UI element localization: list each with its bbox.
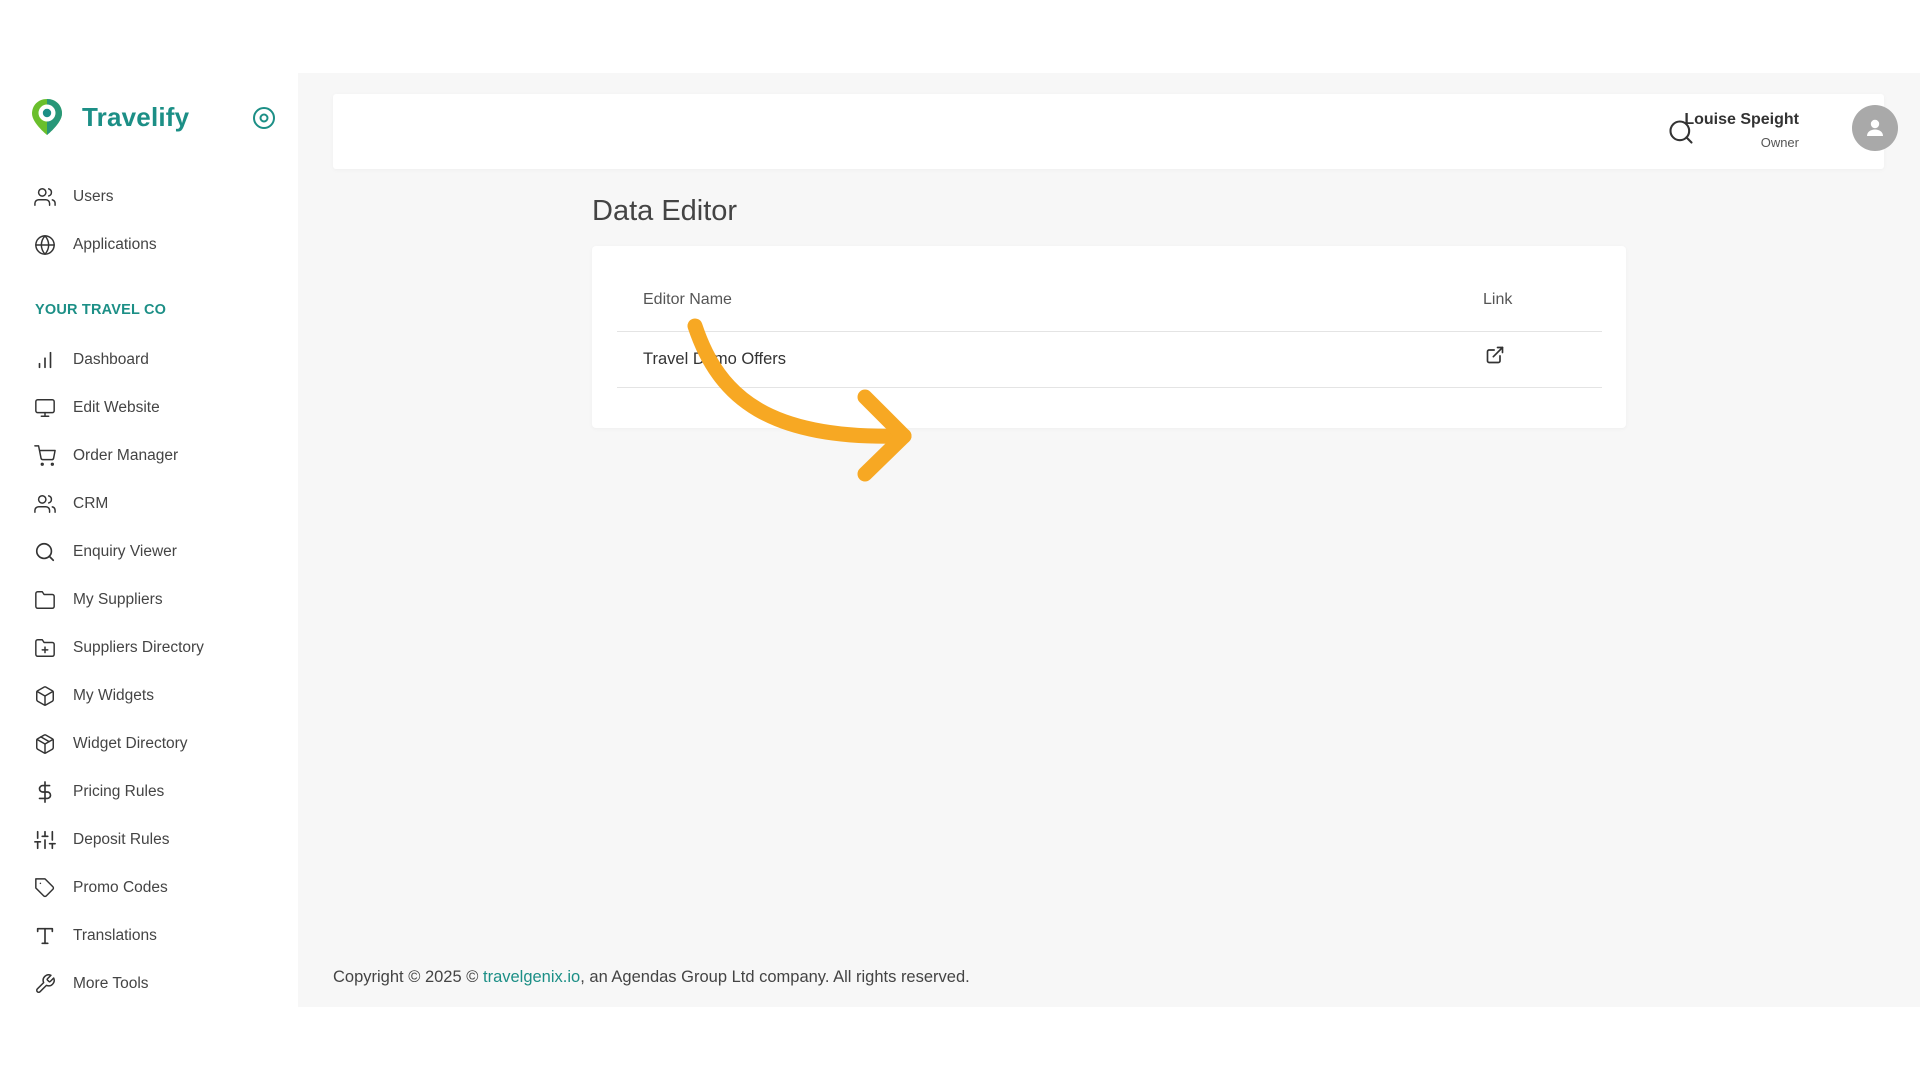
sidebar-item-label: Pricing Rules <box>73 783 165 800</box>
sidebar-item-dashboard[interactable]: Dashboard <box>0 336 298 384</box>
folder-icon <box>33 588 57 612</box>
sidebar-item-label: Promo Codes <box>73 879 168 896</box>
folder-plus-icon <box>33 636 57 660</box>
sidebar-item-enquiry-viewer[interactable]: Enquiry Viewer <box>0 528 298 576</box>
sidebar-collapse-button[interactable] <box>251 105 277 131</box>
column-header-link: Link <box>1483 291 1513 308</box>
footer-prefix: Copyright © 2025 © <box>333 968 483 986</box>
package-icon <box>33 732 57 756</box>
box-icon <box>33 684 57 708</box>
cart-icon <box>33 444 57 468</box>
avatar[interactable] <box>1852 105 1898 151</box>
target-icon <box>253 107 275 129</box>
globe-icon <box>33 233 57 257</box>
sidebar-section-title: YOUR TRAVEL CO <box>35 302 167 318</box>
sidebar-item-label: Translations <box>73 927 157 944</box>
sidebar-item-label: Edit Website <box>73 399 160 416</box>
users-icon <box>33 185 57 209</box>
user-name[interactable]: Louise Speight <box>1684 111 1799 129</box>
sidebar-item-users[interactable]: Users <box>0 173 298 221</box>
sidebar-item-label: Dashboard <box>73 351 149 368</box>
sidebar-item-my-suppliers[interactable]: My Suppliers <box>0 576 298 624</box>
user-avatar-icon <box>1867 119 1883 136</box>
sidebar-item-label: CRM <box>73 495 109 512</box>
external-link-icon <box>1486 346 1504 364</box>
annotation-arrow <box>687 318 912 482</box>
brand-name: Travelify <box>82 101 190 132</box>
footer-link[interactable]: travelgenix.io <box>483 968 580 986</box>
sidebar-item-edit-website[interactable]: Edit Website <box>0 384 298 432</box>
sidebar-item-label: Users <box>73 188 114 205</box>
sidebar-item-label: Deposit Rules <box>73 831 170 848</box>
sidebar-item-widget-directory[interactable]: Widget Directory <box>0 720 298 768</box>
wrench-icon <box>33 972 57 996</box>
sidebar-item-label: My Suppliers <box>73 591 163 608</box>
sidebar-main-nav: Dashboard Edit Website Order Manager CRM <box>0 336 298 1008</box>
bar-chart-icon <box>33 348 57 372</box>
sidebar-item-suppliers-directory[interactable]: Suppliers Directory <box>0 624 298 672</box>
main-content: Louise Speight Owner Data Editor Editor … <box>298 73 1920 1007</box>
app-frame: Travelify Users Applications YOUR TRAVEL… <box>0 73 1920 1007</box>
footer-suffix: , an Agendas Group Ltd company. All righ… <box>580 968 970 986</box>
column-header-editor-name: Editor Name <box>643 291 732 308</box>
brand[interactable]: Travelify <box>29 95 189 139</box>
sidebar-item-my-widgets[interactable]: My Widgets <box>0 672 298 720</box>
dollar-icon <box>33 780 57 804</box>
sidebar-item-order-manager[interactable]: Order Manager <box>0 432 298 480</box>
location-pin-logo-icon <box>32 99 62 135</box>
sidebar-item-translations[interactable]: Translations <box>0 912 298 960</box>
sidebar-item-label: Enquiry Viewer <box>73 543 177 560</box>
sidebar-item-label: Order Manager <box>73 447 179 464</box>
sidebar-item-label: More Tools <box>73 975 149 992</box>
sidebar: Travelify Users Applications YOUR TRAVEL… <box>0 73 298 1007</box>
sidebar-item-deposit-rules[interactable]: Deposit Rules <box>0 816 298 864</box>
sidebar-item-label: Applications <box>73 236 157 253</box>
sidebar-top-nav: Users Applications <box>0 173 298 269</box>
sidebar-item-crm[interactable]: CRM <box>0 480 298 528</box>
sidebar-item-pricing-rules[interactable]: Pricing Rules <box>0 768 298 816</box>
search-icon <box>33 540 57 564</box>
sidebar-item-more-tools[interactable]: More Tools <box>0 960 298 1008</box>
page-title: Data Editor <box>592 195 738 227</box>
users-icon <box>33 492 57 516</box>
sliders-icon <box>33 828 57 852</box>
open-editor-link[interactable] <box>1485 345 1507 367</box>
monitor-icon <box>33 396 57 420</box>
sidebar-item-label: Suppliers Directory <box>73 639 204 656</box>
top-bar: Louise Speight Owner <box>333 94 1898 169</box>
sidebar-item-label: My Widgets <box>73 687 154 704</box>
type-icon <box>33 924 57 948</box>
footer-copyright: Copyright © 2025 © travelgenix.io, an Ag… <box>333 968 970 987</box>
sidebar-item-label: Widget Directory <box>73 735 188 752</box>
user-role: Owner <box>1760 135 1799 150</box>
tag-icon <box>33 876 57 900</box>
sidebar-item-promo-codes[interactable]: Promo Codes <box>0 864 298 912</box>
sidebar-item-applications[interactable]: Applications <box>0 221 298 269</box>
